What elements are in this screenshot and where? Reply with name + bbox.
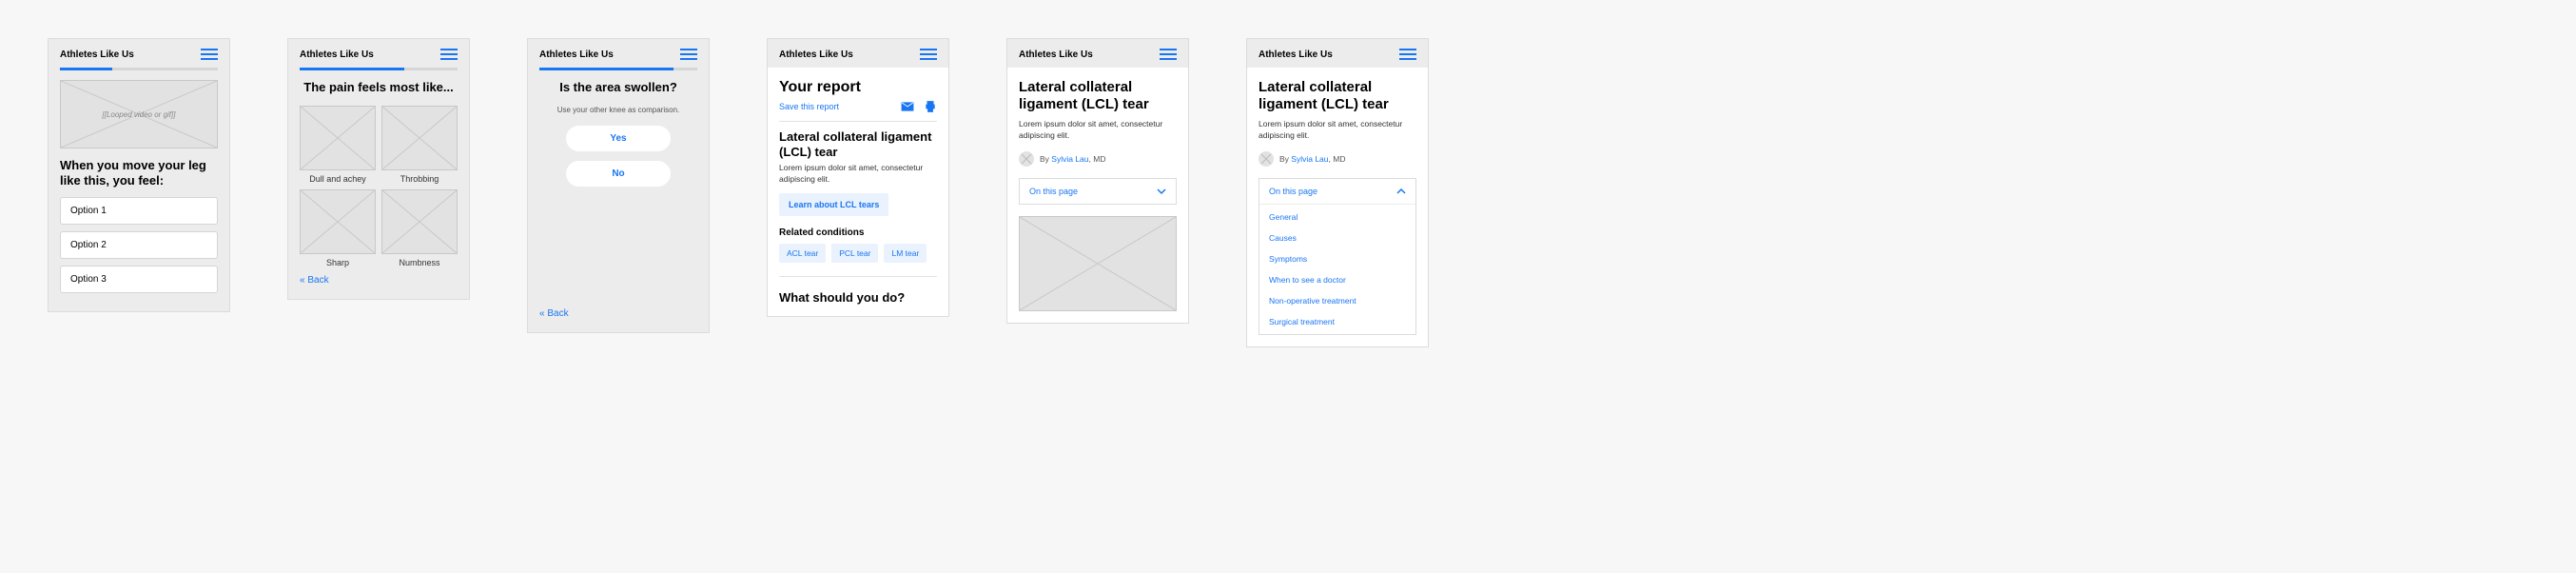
byline: By Sylvia Lau, MD — [1259, 151, 1416, 167]
image-option[interactable]: Throbbing — [381, 106, 458, 184]
question-title: Is the area swollen? — [539, 80, 697, 94]
article-title: Lateral collateral ligament (LCL) tear — [1259, 79, 1416, 113]
progress-bar — [539, 68, 697, 70]
toc-item[interactable]: General — [1259, 207, 1415, 227]
image-option[interactable]: Dull and achey — [300, 106, 376, 184]
yes-button[interactable]: Yes — [566, 126, 671, 151]
menu-icon[interactable] — [1399, 49, 1416, 60]
toc-item[interactable]: Non-operative treatment — [1259, 290, 1415, 311]
related-heading: Related conditions — [779, 227, 937, 238]
toc-collapsed: On this page — [1019, 178, 1177, 205]
article-title: Lateral collateral ligament (LCL) tear — [1019, 79, 1177, 113]
header: Athletes Like Us — [528, 39, 709, 68]
author-link[interactable]: Sylvia Lau — [1291, 154, 1328, 164]
answer-option[interactable]: Option 1 — [60, 197, 218, 225]
menu-icon[interactable] — [920, 49, 937, 60]
answer-option[interactable]: Option 2 — [60, 231, 218, 259]
question-title: When you move your leg like this, you fe… — [60, 158, 218, 189]
toc-item[interactable]: When to see a doctor — [1259, 269, 1415, 290]
page-title: Your report — [779, 79, 937, 96]
condition-desc: Lorem ipsum dolor sit amet, consectetur … — [779, 163, 937, 186]
progress-bar — [300, 68, 458, 70]
toc-item[interactable]: Symptoms — [1259, 248, 1415, 269]
back-link[interactable]: « Back — [539, 308, 569, 319]
learn-more-button[interactable]: Learn about LCL tears — [779, 193, 888, 216]
screen-article-expanded: Athletes Like Us Lateral collateral liga… — [1246, 38, 1429, 347]
chevron-up-icon — [1396, 187, 1406, 196]
question-title: The pain feels most like... — [300, 80, 458, 94]
divider — [779, 121, 937, 122]
header: Athletes Like Us — [768, 39, 948, 68]
brand-title: Athletes Like Us — [60, 49, 134, 60]
related-chip[interactable]: PCL tear — [831, 244, 878, 263]
brand-title: Athletes Like Us — [300, 49, 374, 60]
brand-title: Athletes Like Us — [539, 49, 614, 60]
header: Athletes Like Us — [49, 39, 229, 68]
byline: By Sylvia Lau, MD — [1019, 151, 1177, 167]
avatar — [1259, 151, 1274, 167]
author-link[interactable]: Sylvia Lau — [1051, 154, 1088, 164]
article-desc: Lorem ipsum dolor sit amet, consectetur … — [1019, 119, 1177, 142]
save-report-link[interactable]: Save this report — [779, 102, 839, 111]
chevron-down-icon — [1157, 187, 1166, 196]
article-image — [1019, 216, 1177, 311]
menu-icon[interactable] — [201, 49, 218, 60]
progress-bar — [60, 68, 218, 70]
next-steps-heading: What should you do? — [779, 290, 937, 305]
screen-question-movement: Athletes Like Us [[Looped video or gif]]… — [48, 38, 230, 312]
header: Athletes Like Us — [288, 39, 469, 68]
question-subtitle: Use your other knee as comparison. — [539, 106, 697, 114]
avatar — [1019, 151, 1034, 167]
back-link[interactable]: « Back — [300, 275, 329, 286]
header: Athletes Like Us — [1007, 39, 1188, 68]
screen-article-collapsed: Athletes Like Us Lateral collateral liga… — [1006, 38, 1189, 324]
screen-pain-type: Athletes Like Us The pain feels most lik… — [287, 38, 470, 300]
media-placeholder: [[Looped video or gif]] — [60, 80, 218, 148]
screen-report: Athletes Like Us Your report Save this r… — [767, 38, 949, 317]
related-chip[interactable]: LM tear — [884, 244, 927, 263]
brand-title: Athletes Like Us — [779, 49, 853, 60]
related-chip[interactable]: ACL tear — [779, 244, 826, 263]
email-icon[interactable] — [901, 100, 914, 113]
print-icon[interactable] — [924, 100, 937, 113]
menu-icon[interactable] — [1160, 49, 1177, 60]
header: Athletes Like Us — [1247, 39, 1428, 68]
toc-toggle[interactable]: On this page — [1259, 179, 1415, 204]
brand-title: Athletes Like Us — [1019, 49, 1093, 60]
toc-item[interactable]: Causes — [1259, 227, 1415, 248]
toc-expanded: On this page General Causes Symptoms Whe… — [1259, 178, 1416, 335]
menu-icon[interactable] — [680, 49, 697, 60]
screen-swollen: Athletes Like Us Is the area swollen? Us… — [527, 38, 710, 333]
toc-toggle[interactable]: On this page — [1020, 179, 1176, 204]
condition-title: Lateral collateral ligament (LCL) tear — [779, 129, 937, 159]
brand-title: Athletes Like Us — [1259, 49, 1333, 60]
no-button[interactable]: No — [566, 161, 671, 187]
answer-option[interactable]: Option 3 — [60, 266, 218, 293]
image-option[interactable]: Sharp — [300, 189, 376, 267]
divider — [779, 276, 937, 277]
article-desc: Lorem ipsum dolor sit amet, consectetur … — [1259, 119, 1416, 142]
menu-icon[interactable] — [440, 49, 458, 60]
toc-item[interactable]: Surgical treatment — [1259, 311, 1415, 332]
image-option[interactable]: Numbness — [381, 189, 458, 267]
